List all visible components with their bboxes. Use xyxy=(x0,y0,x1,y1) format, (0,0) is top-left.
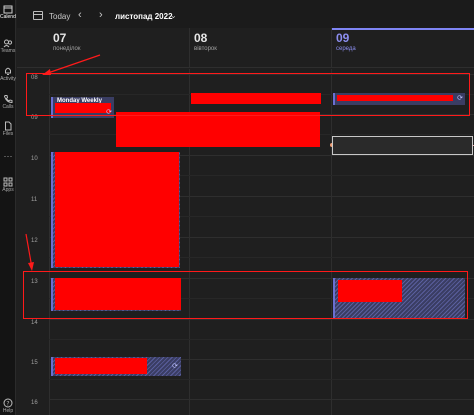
hour-line xyxy=(49,319,474,320)
annotation-arrow-icon xyxy=(25,233,34,271)
svg-text:?: ? xyxy=(6,400,9,407)
recurring-icon: ⟳ xyxy=(172,363,178,370)
rail-item-files[interactable]: Files xyxy=(0,121,16,137)
time-grid[interactable]: 08 09 10 11 12 13 14 15 16 Monday Weekly… xyxy=(17,69,474,415)
rail-item-help[interactable]: ? Help xyxy=(0,398,16,414)
hour-label: 14 xyxy=(31,320,38,326)
phone-icon xyxy=(3,95,13,104)
hour-line xyxy=(49,399,474,400)
rail-item-label: Files xyxy=(2,131,14,137)
selected-time-slot[interactable] xyxy=(332,136,473,155)
hour-label: 11 xyxy=(31,197,38,203)
day-column[interactable] xyxy=(331,69,474,415)
rail-item-apps[interactable]: Apps xyxy=(0,177,16,193)
help-icon: ? xyxy=(3,398,13,408)
rail-item-label: Calls xyxy=(2,104,14,110)
calendar-event[interactable]: ⟳ xyxy=(51,357,181,376)
hour-label: 16 xyxy=(31,400,38,406)
chevron-left-icon[interactable]: ‹ xyxy=(78,9,82,21)
apps-icon xyxy=(3,177,13,187)
rail-item-label: Activity xyxy=(0,76,16,82)
redaction-box xyxy=(55,358,147,374)
day-column-header-today[interactable]: 09 середа xyxy=(331,28,474,68)
rail-item-label: Help xyxy=(2,408,14,414)
teams-icon xyxy=(3,39,13,48)
half-hour-line xyxy=(49,379,474,380)
chevron-right-icon[interactable]: › xyxy=(99,9,103,21)
day-number: 08 xyxy=(194,31,208,45)
day-column-header[interactable]: 08 вівторок xyxy=(189,28,331,68)
rail-item-activity[interactable]: Activity xyxy=(0,66,16,82)
day-name: середа xyxy=(336,46,356,52)
file-icon xyxy=(5,121,12,131)
day-name: вівторок xyxy=(194,46,217,52)
day-number: 09 xyxy=(336,31,350,45)
redaction-box xyxy=(55,152,179,267)
today-indicator xyxy=(332,28,474,30)
day-number: 07 xyxy=(53,31,67,45)
calendar-icon xyxy=(3,5,13,14)
hour-label: 10 xyxy=(31,156,38,162)
redaction-box xyxy=(116,112,320,147)
chevron-down-icon[interactable]: ⌄ xyxy=(170,11,177,20)
today-button[interactable]: Today xyxy=(49,12,70,21)
rail-item-teams[interactable]: Teams xyxy=(0,38,16,54)
calendar-toolbar: Today ‹ › листопад 2022 ⌄ xyxy=(17,0,474,28)
month-picker[interactable]: листопад 2022 xyxy=(115,12,173,21)
annotation-highlight-box xyxy=(23,271,468,319)
hour-label: 15 xyxy=(31,360,38,366)
calendar-event[interactable] xyxy=(51,152,180,268)
app-rail: Calendar Teams Activity Calls Files ··· … xyxy=(0,0,16,415)
half-hour-line xyxy=(49,339,474,340)
annotation-arrow-icon xyxy=(42,54,101,75)
rail-item-label: Apps xyxy=(2,187,14,193)
bell-icon xyxy=(5,67,11,75)
rail-more-icon[interactable]: ··· xyxy=(0,152,16,161)
calendar-icon xyxy=(33,11,43,20)
rail-item-calls[interactable]: Calls xyxy=(0,94,16,110)
rail-item-label: Calendar xyxy=(0,14,16,20)
rail-item-label: Teams xyxy=(0,48,16,54)
rail-item-calendar[interactable]: Calendar xyxy=(0,4,16,20)
